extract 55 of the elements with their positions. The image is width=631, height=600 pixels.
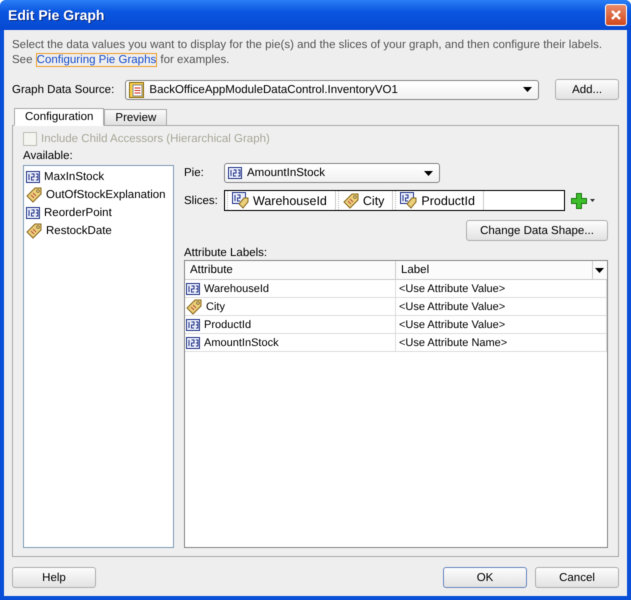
number-icon (26, 171, 40, 183)
available-item[interactable]: RestockDate (26, 222, 171, 240)
window-title: Edit Pie Graph (8, 7, 104, 23)
number-tag-icon (400, 192, 418, 209)
data-source-label: Graph Data Source: (12, 84, 116, 96)
number-icon (186, 282, 200, 294)
caret-icon (424, 170, 433, 176)
data-source-dropdown[interactable]: BackOfficeAppModuleDataControl.InventoryVO1 (125, 80, 540, 100)
ok-button[interactable]: OK (443, 567, 527, 588)
cancel-button[interactable]: Cancel (535, 567, 619, 588)
help-button[interactable]: Help (12, 567, 96, 588)
attribute-cell: WarehouseId (185, 280, 396, 297)
add-button[interactable]: Add... (555, 79, 619, 100)
slice-item[interactable]: ProductId (395, 191, 484, 210)
available-item[interactable]: OutOfStockExplanation (26, 186, 171, 204)
number-tag-icon (232, 192, 249, 209)
number-icon (186, 318, 200, 330)
data-control-icon (129, 82, 144, 98)
label-cell: <Use Attribute Value> (396, 280, 607, 297)
number-icon (228, 167, 242, 179)
caret-icon (595, 268, 604, 272)
tag-icon (26, 187, 42, 203)
column-header[interactable]: Label (396, 261, 593, 279)
attribute-cell: AmountInStock (185, 334, 396, 351)
tab[interactable]: Configuration (14, 108, 104, 126)
label-cell: <Use Attribute Value> (396, 316, 607, 333)
attribute-cell: City (185, 298, 396, 315)
pie-label: Pie: (184, 167, 205, 179)
number-icon (26, 207, 40, 219)
slices-field[interactable]: WarehouseId City ProductId (224, 190, 565, 211)
number-icon (186, 336, 200, 348)
change-data-shape-button[interactable]: Change Data Shape... (466, 220, 608, 241)
pie-dropdown[interactable]: AmountInStock (224, 163, 440, 183)
slices-label: Slices: (184, 194, 218, 206)
help-link[interactable]: Configuring Pie Graphs (36, 53, 158, 67)
description-text: Select the data values you want to display for the pie(s) and the slices of your graph, and then configure their labels. See Configuring Pie Graphs for examples. (12, 38, 604, 68)
tag-icon (342, 192, 359, 208)
available-item[interactable]: MaxInStock (26, 168, 171, 186)
label-cell: <Use Attribute Name> (396, 334, 607, 351)
tab[interactable]: Preview (104, 109, 168, 126)
available-label: Available: (23, 150, 74, 162)
caret-icon (523, 87, 532, 92)
close-icon (610, 9, 622, 21)
column-header[interactable]: Attribute (185, 261, 396, 279)
available-item[interactable]: ReorderPoint (26, 204, 171, 222)
slice-item[interactable]: City (338, 191, 394, 210)
close-button[interactable] (605, 4, 627, 26)
include-child-label: Include Child Accessors (Hierarchical Graph) (41, 133, 270, 145)
caret-icon[interactable] (590, 199, 595, 202)
slice-item[interactable]: WarehouseId (227, 191, 336, 210)
label-cell: <Use Attribute Value> (396, 298, 607, 315)
add-icon[interactable] (571, 192, 587, 208)
attribute-cell: ProductId (185, 316, 396, 333)
attribute-labels-label: Attribute Labels: (184, 247, 268, 259)
tag-icon (26, 223, 42, 239)
